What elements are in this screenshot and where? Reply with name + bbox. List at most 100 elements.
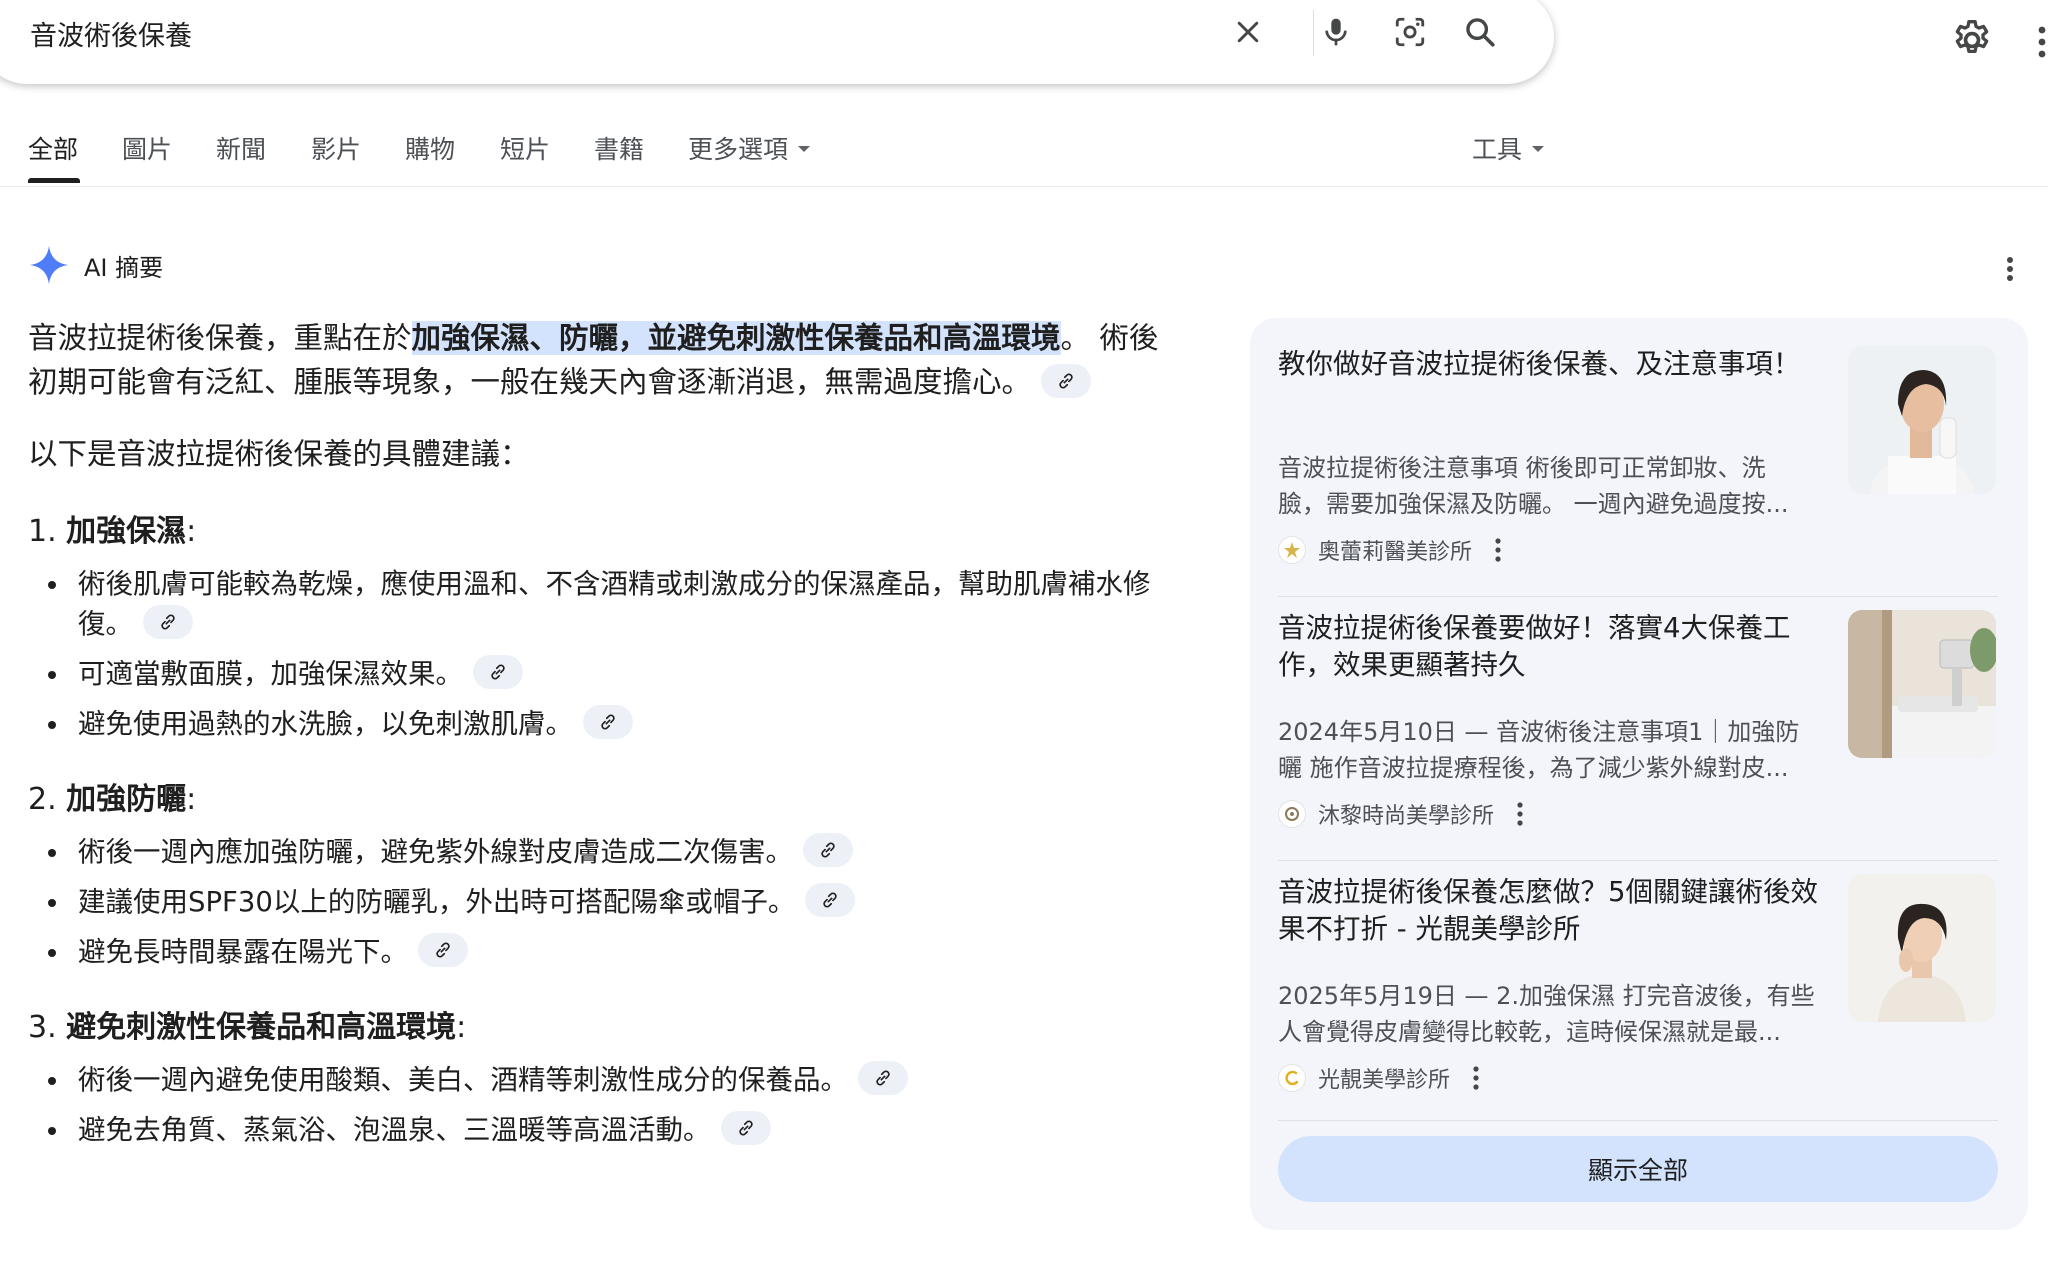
intro-highlight: 加強保濕、防曬，並避免刺激性保養品和高溫環境 xyxy=(411,321,1061,355)
ai-overview-body: 音波拉提術後保養，重點在於加強保濕、防曬，並避免刺激性保養品和高溫環境。 術後初… xyxy=(28,316,1168,1160)
section-title: 加強防曬 xyxy=(66,782,187,817)
snippet-line: 人會覺得皮膚變得比較乾，這時候保濕就是最... xyxy=(1278,1018,1781,1046)
source-link-button[interactable] xyxy=(803,833,853,867)
more-vert-icon[interactable] xyxy=(1472,1065,1480,1091)
source-title[interactable]: 音波拉提術後保養要做好！落實4大保養工作，效果更顯著持久 xyxy=(1278,610,1838,684)
list-item: 避免去角質、蒸氣浴、泡溫泉、三溫暖等高溫活動。 xyxy=(28,1110,1168,1150)
chevron-down-icon xyxy=(798,146,811,152)
list-item: 術後一週內應加強防曬，避免紫外線對皮膚造成二次傷害。 xyxy=(28,832,1168,872)
section-number: 2. xyxy=(28,782,67,817)
section-heading: 2. 加強防曬: xyxy=(28,778,1168,822)
site-favicon xyxy=(1278,800,1306,828)
tabs-divider xyxy=(0,186,2048,187)
close-icon xyxy=(1237,21,1259,43)
tab-books[interactable]: 書籍 xyxy=(594,130,644,166)
source-link-button[interactable] xyxy=(720,1111,771,1145)
tab-shorts[interactable]: 短片 xyxy=(500,130,550,166)
ai-overview-header: AI 摘要 xyxy=(28,244,163,286)
card-divider xyxy=(1278,1120,1998,1121)
source-link-button[interactable] xyxy=(143,605,193,639)
list-item-text: 避免長時間暴露在陽光下。 xyxy=(78,936,408,968)
voice-search-button[interactable] xyxy=(1316,12,1356,52)
list-item: 術後一週內避免使用酸類、美白、酒精等刺激性成分的保養品。 xyxy=(28,1060,1168,1100)
section-colon: : xyxy=(186,514,197,549)
site-favicon xyxy=(1278,1064,1306,1092)
tab-shopping[interactable]: 購物 xyxy=(405,130,455,166)
link-icon xyxy=(601,714,615,730)
list-item: 術後肌膚可能較為乾燥，應使用溫和、不含酒精或刺激成分的保濕產品，幫助肌膚補水修復… xyxy=(28,564,1168,644)
list-item-text: 術後一週內應加強防曬，避免紫外線對皮膚造成二次傷害。 xyxy=(78,836,793,868)
intro-highlight-text: 加強保濕、防曬，並避免刺激性保養品和高溫環境 xyxy=(411,321,1061,355)
intro-text: 音波拉提術後保養，重點在於 xyxy=(28,321,412,355)
tab-images[interactable]: 圖片 xyxy=(122,130,172,166)
list-item-text: 可適當敷面膜，加強保濕效果。 xyxy=(78,658,463,690)
show-all-button[interactable]: 顯示全部 xyxy=(1278,1136,1998,1202)
list-item-text: 建議使用SPF30以上的防曬乳，外出時可搭配陽傘或帽子。 xyxy=(78,886,796,918)
tab-news[interactable]: 新聞 xyxy=(216,130,266,166)
source-title[interactable]: 音波拉提術後保養怎麼做？5個關鍵讓術後效果不打折 - 光靚美學診所 xyxy=(1278,874,1838,948)
source-link-button[interactable] xyxy=(418,933,468,967)
section-title: 加強保濕 xyxy=(66,514,187,549)
search-icon xyxy=(1466,18,1495,47)
sparkle-icon xyxy=(29,245,69,285)
tools-label: 工具 xyxy=(1472,135,1523,164)
snippet-line: 臉，需要加強保濕及防曬。 一週內避免過度按... xyxy=(1278,490,1789,518)
active-tab-indicator xyxy=(28,178,80,183)
site-name: 光靚美學診所 xyxy=(1318,1068,1451,1093)
more-vert-icon[interactable] xyxy=(2000,254,2020,284)
section-heading: 3. 避免刺激性保養品和高溫環境: xyxy=(28,1006,1168,1050)
section-number: 3. xyxy=(28,1010,67,1045)
more-vert-icon[interactable] xyxy=(1494,537,1502,563)
card-divider xyxy=(1278,596,1998,597)
link-icon xyxy=(491,664,505,680)
ai-overview-label: AI 摘要 xyxy=(84,253,164,282)
sources-panel: 教你做好音波拉提術後保養、及注意事項！ 音波拉提術後注意事項 術後即可正常卸妝、… xyxy=(1250,318,2028,1230)
source-snippet: 2025年5月19日 — 2.加強保濕 打完音波後，有些 人會覺得皮膚變得比較乾… xyxy=(1278,978,1838,1050)
tab-videos[interactable]: 影片 xyxy=(311,130,361,166)
source-card[interactable]: 音波拉提術後保養要做好！落實4大保養工作，效果更顯著持久 2024年5月10日 … xyxy=(1278,610,1998,846)
source-site: 光靚美學診所 xyxy=(1278,1062,1480,1094)
list-item: 可適當敷面膜，加強保濕效果。 xyxy=(28,654,1168,694)
section-colon: : xyxy=(186,782,197,817)
clear-button[interactable] xyxy=(1228,12,1268,52)
source-title[interactable]: 教你做好音波拉提術後保養、及注意事項！ xyxy=(1278,346,1838,383)
search-divider xyxy=(1313,10,1314,56)
source-link-button[interactable] xyxy=(858,1061,908,1095)
site-name: 沐黎時尚美學診所 xyxy=(1318,804,1495,829)
source-card[interactable]: 教你做好音波拉提術後保養、及注意事項！ 音波拉提術後注意事項 術後即可正常卸妝、… xyxy=(1278,346,1998,582)
chevron-down-icon xyxy=(1532,146,1545,152)
bullet-list: 術後肌膚可能較為乾燥，應使用溫和、不含酒精或刺激成分的保濕產品，幫助肌膚補水修復… xyxy=(28,564,1168,744)
source-site: 奧蕾莉醫美診所 xyxy=(1278,534,1502,566)
source-site: 沐黎時尚美學診所 xyxy=(1278,798,1524,830)
source-thumbnail[interactable] xyxy=(1848,610,1996,758)
source-link-button[interactable] xyxy=(583,705,633,739)
more-vert-icon[interactable] xyxy=(2036,22,2048,62)
link-icon xyxy=(823,892,838,908)
tools-button[interactable]: 工具 xyxy=(1472,130,1545,166)
source-card[interactable]: 音波拉提術後保養怎麼做？5個關鍵讓術後效果不打折 - 光靚美學診所 2025年5… xyxy=(1278,874,1998,1110)
source-link-button[interactable] xyxy=(805,883,856,917)
list-item-text: 避免去角質、蒸氣浴、泡溫泉、三溫暖等高溫活動。 xyxy=(78,1114,711,1146)
section-number: 1. xyxy=(28,514,67,549)
section-title: 避免刺激性保養品和高溫環境 xyxy=(66,1010,457,1045)
snippet-line: 2025年5月19日 — 2.加強保濕 打完音波後，有些 xyxy=(1278,982,1815,1010)
list-item-text: 避免使用過熱的水洗臉，以免刺激肌膚。 xyxy=(78,708,573,740)
search-button[interactable] xyxy=(1460,12,1500,52)
source-thumbnail[interactable] xyxy=(1848,874,1996,1022)
list-item: 避免長時間暴露在陽光下。 xyxy=(28,932,1168,972)
settings-icon xyxy=(1955,20,1989,54)
search-bar: 音波術後保養 xyxy=(0,0,1554,84)
source-link-button[interactable] xyxy=(473,655,523,689)
lens-search-button[interactable] xyxy=(1390,12,1430,52)
tab-more[interactable]: 更多選項 xyxy=(688,130,811,166)
site-name: 奧蕾莉醫美診所 xyxy=(1318,540,1473,565)
link-icon xyxy=(161,614,175,630)
source-thumbnail[interactable] xyxy=(1848,346,1996,494)
more-vert-icon[interactable] xyxy=(1516,801,1524,827)
source-link-button[interactable] xyxy=(1041,363,1092,398)
settings-button[interactable] xyxy=(1950,18,1994,62)
tab-all[interactable]: 全部 xyxy=(28,130,78,166)
bullet-list: 術後一週內應加強防曬，避免紫外線對皮膚造成二次傷害。 建議使用SPF30以上的防… xyxy=(28,832,1168,972)
search-input[interactable]: 音波術後保養 xyxy=(30,14,192,53)
list-item: 避免使用過熱的水洗臉，以免刺激肌膚。 xyxy=(28,704,1168,744)
